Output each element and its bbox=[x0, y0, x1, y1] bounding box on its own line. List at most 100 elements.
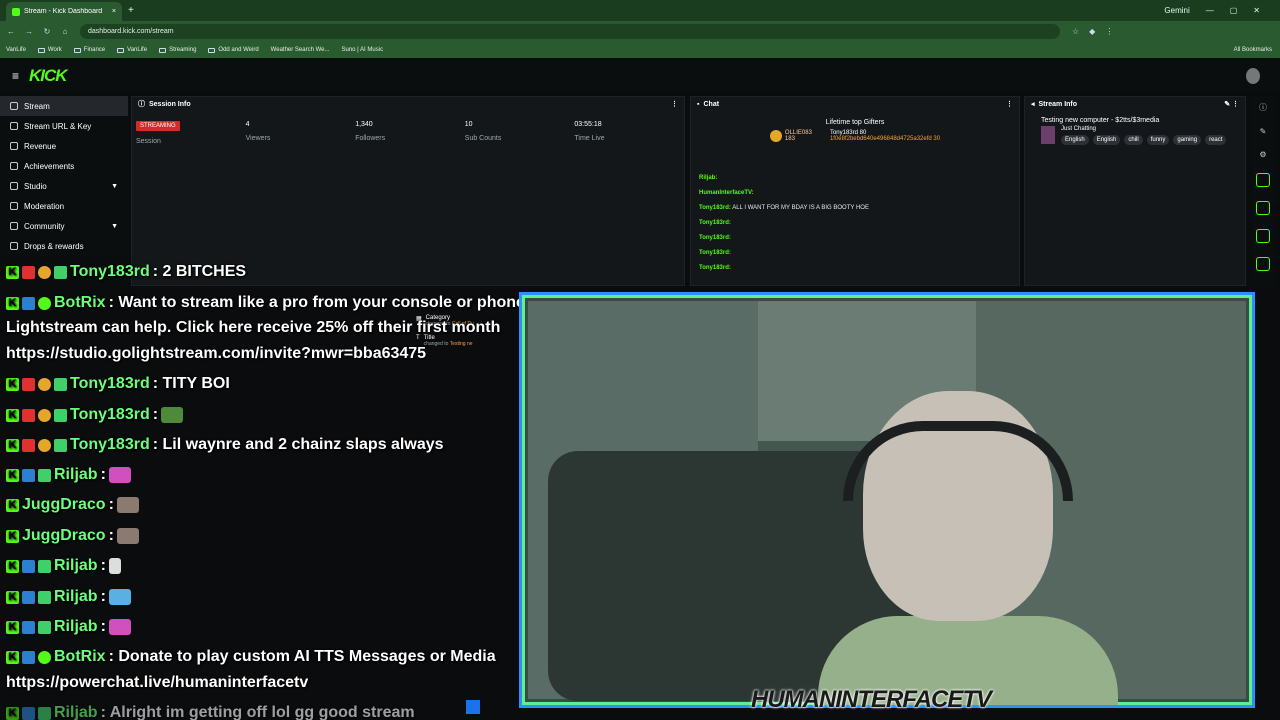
chat-message: HumanInterfaceTV: bbox=[699, 190, 754, 196]
sidebar-item-studio[interactable]: Studio ▼ bbox=[0, 176, 128, 196]
overlay-username: Riljab bbox=[54, 618, 98, 635]
mod-icon[interactable] bbox=[1256, 257, 1270, 271]
face-emote-icon bbox=[116, 497, 139, 513]
edit-icon[interactable]: ✎ ⋮ bbox=[1224, 100, 1239, 108]
overlay-message: : TITY BOI bbox=[152, 375, 230, 392]
chevron-down-icon: ▼ bbox=[111, 182, 118, 190]
overlay-username: BotRix bbox=[54, 648, 106, 665]
hand-emote-icon bbox=[108, 558, 121, 574]
menu-dots-icon[interactable]: ⋮ bbox=[1105, 27, 1113, 36]
badge-icon: K bbox=[6, 559, 19, 573]
stream-icon bbox=[10, 102, 18, 110]
chat-toggle-icon[interactable] bbox=[1256, 229, 1270, 243]
folder-icon bbox=[37, 47, 45, 53]
tag: react bbox=[1205, 135, 1227, 145]
lightning-icon[interactable] bbox=[1256, 173, 1270, 187]
sidebar-item-community[interactable]: Community ▼ bbox=[0, 216, 128, 236]
overlay-message: : 2 BITCHES bbox=[152, 263, 247, 280]
new-tab-icon[interactable]: + bbox=[128, 5, 134, 16]
stat-viewers: 4 Viewers bbox=[245, 121, 271, 142]
webcam-image bbox=[528, 301, 1246, 705]
sidebar-item-revenue[interactable]: Revenue bbox=[0, 136, 128, 156]
badge-icon bbox=[38, 296, 51, 310]
overlay-message: : bbox=[152, 406, 159, 423]
edit-icon[interactable]: ✎ bbox=[1260, 127, 1267, 136]
maximize-icon[interactable]: ▢ bbox=[1230, 6, 1238, 15]
studio-icon bbox=[10, 182, 18, 190]
gifters-title: Lifetime top Gifters bbox=[825, 119, 885, 126]
gift-icon bbox=[10, 242, 18, 250]
clip-icon[interactable] bbox=[1256, 201, 1270, 215]
badge-icon bbox=[22, 296, 35, 310]
extensions-icon[interactable]: ◆ bbox=[1089, 27, 1095, 36]
gifter-2-3: Tony183rd 80 1f0e8f2bebd640e496848d4725a3… bbox=[829, 130, 941, 142]
overlay-message: : Want to stream like a pro from your co… bbox=[108, 294, 535, 311]
close-window-icon[interactable]: ✕ bbox=[1253, 6, 1260, 15]
chat-message: Tony183rd: bbox=[699, 220, 731, 226]
hamburger-menu-icon[interactable]: ≡ bbox=[12, 69, 19, 83]
badge-icon bbox=[38, 408, 51, 422]
all-bookmarks[interactable]: All Bookmarks bbox=[1234, 47, 1280, 53]
badge-icon bbox=[38, 438, 51, 452]
chat-message: Riljab: bbox=[699, 175, 718, 181]
sidebar-item-moderation[interactable]: Moderation bbox=[0, 196, 128, 216]
bookmark-item[interactable]: Weather Search We... bbox=[271, 47, 330, 53]
badge-icon: K bbox=[6, 296, 19, 310]
bookmark-item[interactable]: Suno | AI Music bbox=[341, 47, 383, 53]
overlay-username: BotRix bbox=[54, 294, 106, 311]
badge-icon bbox=[22, 408, 35, 422]
revenue-icon bbox=[10, 142, 18, 150]
folder-icon bbox=[159, 47, 167, 53]
overlay-chat-line: K JuggDraco: bbox=[6, 496, 139, 514]
bookmark-item[interactable]: VanLife bbox=[6, 47, 26, 53]
star-icon[interactable]: ☆ bbox=[1072, 27, 1079, 36]
reload-icon[interactable]: ↻ bbox=[40, 27, 54, 36]
tag: funny bbox=[1146, 135, 1170, 145]
forward-icon[interactable]: → bbox=[22, 27, 36, 36]
overlay-message: : bbox=[100, 466, 106, 483]
bookmark-item[interactable]: Work bbox=[37, 47, 62, 53]
profile-name[interactable]: Gemini bbox=[1164, 6, 1189, 15]
badge-icon bbox=[38, 377, 51, 391]
close-tab-icon[interactable]: × bbox=[112, 8, 116, 15]
overlay-username: JuggDraco bbox=[22, 496, 106, 513]
chat-message: Tony183rd: bbox=[699, 250, 731, 256]
avatar[interactable] bbox=[1246, 68, 1260, 84]
badge-icon: K bbox=[6, 590, 19, 604]
tag: chill bbox=[1124, 135, 1143, 145]
tag: English bbox=[1092, 135, 1121, 145]
bookmark-item[interactable]: Finance bbox=[73, 47, 105, 53]
bookmark-item[interactable]: Odd and Weird bbox=[208, 47, 259, 53]
info-icon[interactable]: ⓘ bbox=[1259, 102, 1267, 113]
sidebar-item-stream-url-key[interactable]: Stream URL & Key bbox=[0, 116, 128, 136]
badge-icon bbox=[38, 706, 51, 720]
badge-icon bbox=[38, 559, 51, 573]
bookmark-item[interactable]: Streaming bbox=[159, 47, 196, 53]
sidebar-item-stream[interactable]: Stream bbox=[0, 96, 128, 116]
settings-icon[interactable]: ⚙ bbox=[1259, 150, 1266, 159]
folder-icon bbox=[117, 47, 125, 53]
sidebar-item-achievements[interactable]: Achievements bbox=[0, 156, 128, 176]
browser-tab[interactable]: Stream - Kick Dashboard × bbox=[6, 2, 122, 21]
home-icon[interactable]: ⌂ bbox=[58, 27, 72, 36]
overlay-username: Riljab bbox=[54, 588, 98, 605]
overlay-username: Tony183rd bbox=[70, 436, 150, 453]
url-field[interactable]: dashboard.kick.com/stream bbox=[80, 24, 1060, 39]
badge-icon: K bbox=[6, 408, 19, 422]
badge-icon bbox=[22, 438, 35, 452]
back-icon[interactable]: ← bbox=[4, 27, 18, 36]
windows-start-icon[interactable] bbox=[466, 700, 480, 714]
stream-chat-overlay: K Tony183rd: 2 BITCHES K BotRix: Want to st… bbox=[0, 250, 560, 720]
kick-logo[interactable]: KICK bbox=[29, 66, 68, 86]
more-icon[interactable]: ⋮ bbox=[671, 100, 678, 108]
more-icon[interactable]: ⋮ bbox=[1006, 100, 1013, 108]
overlay-chat-line: K BotRix: Want to stream like a pro from … bbox=[6, 294, 535, 312]
bookmark-item[interactable]: VanLife bbox=[117, 47, 147, 53]
shield-icon bbox=[10, 202, 18, 210]
panel-title: Session Info bbox=[149, 100, 191, 108]
overlay-chat-line: K Riljab: bbox=[6, 466, 131, 484]
community-icon bbox=[10, 222, 18, 230]
minimize-icon[interactable]: — bbox=[1206, 6, 1214, 15]
badge-icon: K bbox=[6, 438, 19, 452]
chat-panel: ▪ Chat ⋮ Lifetime top Gifters OLLIE083 183 … bbox=[690, 96, 1020, 286]
